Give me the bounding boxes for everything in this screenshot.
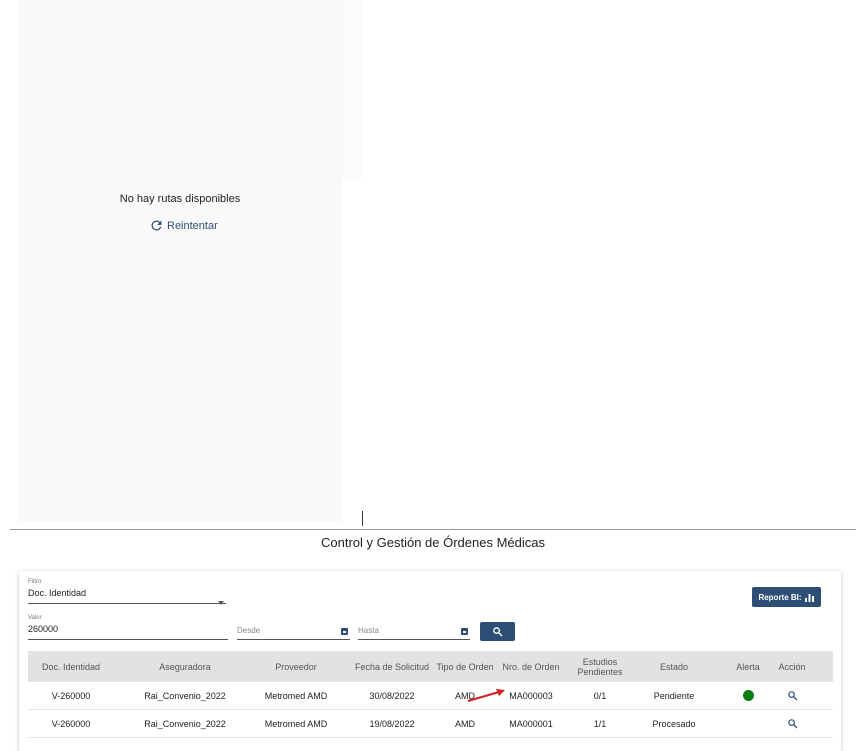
route-panel [18,0,342,522]
cell-order-type: AMD [455,718,475,729]
value-input[interactable]: Valor 260000 [28,615,228,640]
magnifier-icon [787,691,797,701]
empty-routes-message: No hay rutas disponibles [119,193,241,205]
filter-select[interactable]: Filtro Doc. Identidad [28,579,226,605]
divider [10,529,856,530]
column-header[interactable]: Aseguradora [128,651,242,682]
column-header[interactable]: Doc. Identidad [28,651,114,682]
cell-date: 19/08/2022 [369,718,415,729]
refresh-icon [151,220,162,231]
cell-provider: Metromed AMD [264,690,328,701]
cell-doc: V-260000 [51,690,91,701]
column-header[interactable]: Tipo de Orden [435,651,495,682]
column-header[interactable]: Acción [772,651,812,682]
report-bi-label: Reporte BI: [758,592,802,602]
cell-order-number: MA000001 [509,718,553,729]
background-panel [342,0,362,180]
bar-chart-icon [804,593,814,602]
view-order-button[interactable] [772,710,812,737]
retry-label: Reintentar [167,219,218,232]
cell-provider: Metromed AMD [264,718,328,729]
orders-card: Filtro Doc. Identidad Valor 260000 Desde… [19,571,841,751]
view-order-button[interactable] [772,682,812,709]
date-to-placeholder: Hasta [358,626,379,635]
cell-insurer: Rai_Convenio_2022 [144,718,226,729]
annotation-arrow-icon [467,689,505,702]
filter-value: Doc. Identidad [28,588,87,598]
column-header[interactable]: Alerta [727,651,769,682]
cell-alert [727,682,769,709]
calendar-icon[interactable] [461,628,468,635]
cell-insurer: Rai_Convenio_2022 [144,690,226,701]
column-header[interactable]: Estado [641,651,707,682]
magnifier-icon [787,719,797,729]
date-to-input[interactable]: Hasta [358,626,470,640]
cell-date: 30/08/2022 [369,690,415,701]
table-header: Doc. Identidad Aseguradora Proveedor Fec… [28,651,833,682]
cell-order-number: MA000003 [509,690,553,701]
filter-label: Filtro [28,579,42,585]
text-cursor [362,511,363,526]
column-header[interactable]: Fecha de Solicitud [353,651,431,682]
cell-alert [727,710,769,737]
table-row[interactable]: V-260000 Rai_Convenio_2022 Metromed AMD … [28,710,833,738]
orders-table: Doc. Identidad Aseguradora Proveedor Fec… [28,651,833,738]
report-bi-button[interactable]: Reporte BI: [752,587,821,607]
search-button[interactable] [480,622,515,641]
cell-status: Procesado [652,718,696,729]
value-label: Valor [28,615,42,621]
table-row[interactable]: V-260000 Rai_Convenio_2022 Metromed AMD … [28,682,833,710]
search-icon [493,627,503,637]
column-header[interactable]: Proveedor [252,651,340,682]
value-text: 260000 [28,624,59,634]
cell-pending: 1/1 [593,718,607,729]
column-header[interactable]: Estudios Pendientes [574,651,626,682]
column-header[interactable]: Nro. de Orden [502,651,560,682]
date-from-input[interactable]: Desde [237,626,350,640]
calendar-icon[interactable] [341,628,348,635]
retry-button[interactable]: Reintentar [149,218,218,233]
alert-dot-icon [742,690,754,701]
cell-doc: V-260000 [51,718,91,729]
date-from-placeholder: Desde [237,626,261,635]
cell-pending: 0/1 [593,690,607,701]
page-title: Control y Gestión de Órdenes Médicas [321,535,545,550]
cell-status: Pendiente [653,690,695,701]
